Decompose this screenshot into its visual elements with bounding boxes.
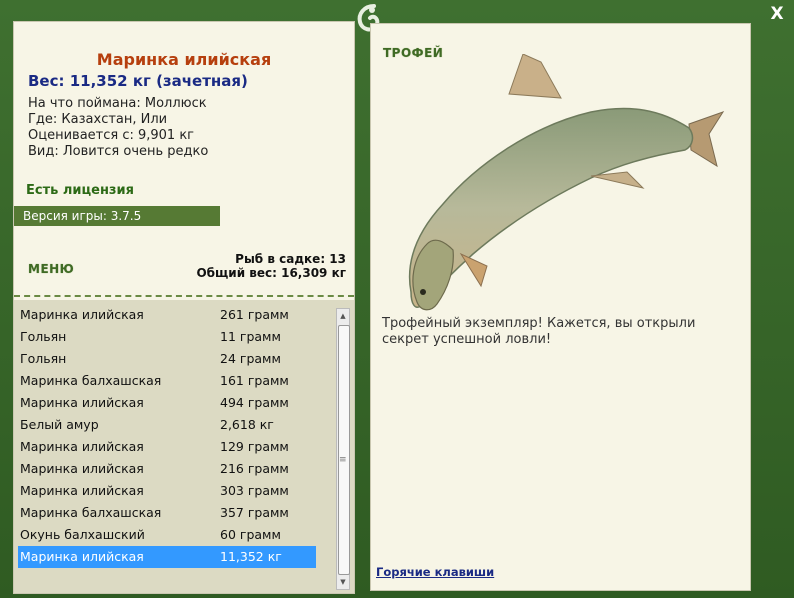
list-item-weight: 303 грамм: [220, 483, 289, 498]
scroll-thumb[interactable]: [338, 325, 350, 575]
catch-bait: На что поймана: Моллюск: [28, 96, 207, 111]
trophy-description: Трофейный экземпляр! Кажется, вы открыли…: [382, 316, 696, 347]
catch-fish-name: Маринка илийская: [96, 50, 272, 69]
net-total-weight: Общий вес: 16,309 кг: [196, 266, 346, 280]
catch-rarity: Вид: Ловится очень редко: [28, 144, 209, 159]
game-version: Версия игры: 3.7.5: [14, 206, 220, 226]
list-item[interactable]: Маринка балхашская 161 грамм: [18, 370, 316, 392]
list-item-weight: 11 грамм: [220, 329, 281, 344]
list-item-weight: 494 грамм: [220, 395, 289, 410]
list-item-name: Маринка илийская: [20, 461, 144, 476]
list-item-name: Окунь балхашский: [20, 527, 145, 542]
net-count: Рыб в садке: 13: [235, 252, 346, 266]
list-item-weight: 261 грамм: [220, 307, 289, 322]
list-item[interactable]: Гольян 24 грамм: [18, 348, 316, 370]
list-item-name: Гольян: [20, 329, 67, 344]
list-item-weight: 2,618 кг: [220, 417, 274, 432]
list-scrollbar[interactable]: ▲ ≡ ▼: [336, 308, 350, 590]
list-item-weight: 11,352 кг: [220, 549, 282, 564]
list-item-weight: 357 грамм: [220, 505, 289, 520]
list-item[interactable]: Маринка илийская 303 грамм: [18, 480, 316, 502]
catch-valued: Оценивается с: 9,901 кг: [28, 128, 195, 143]
menu-button[interactable]: МЕНЮ: [28, 262, 74, 276]
list-item-name: Маринка илийская: [20, 307, 144, 322]
list-item[interactable]: Маринка илийская 216 грамм: [18, 458, 316, 480]
list-item-weight: 24 грамм: [220, 351, 281, 366]
list-item[interactable]: Маринка балхашская 357 грамм: [18, 502, 316, 524]
list-item-weight: 129 грамм: [220, 439, 289, 454]
list-item[interactable]: Маринка илийская 261 грамм: [18, 304, 316, 326]
list-item-name: Маринка илийская: [20, 549, 144, 564]
catch-location: Где: Казахстан, Или: [28, 112, 168, 127]
list-item-name: Белый амур: [20, 417, 99, 432]
fish-list[interactable]: Маринка илийская 261 грамм Гольян 11 грамм Г…: [14, 300, 354, 593]
list-item-weight: 60 грамм: [220, 527, 281, 542]
list-item[interactable]: Окунь балхашский 60 грамм: [18, 524, 316, 546]
catch-info-panel: Маринка илийская Вес: 11,352 кг (зачетна…: [13, 21, 355, 594]
hotkeys-link[interactable]: Горячие клавиши: [376, 565, 494, 579]
list-item[interactable]: Маринка илийская 11,352 кг: [18, 546, 316, 568]
list-item-name: Маринка илийская: [20, 483, 144, 498]
trophy-panel: ТРОФЕЙ Трофейный экземпляр! Кажется, вы …: [370, 23, 751, 591]
list-item[interactable]: Белый амур 2,618 кг: [18, 414, 316, 436]
list-item-name: Маринка балхашская: [20, 505, 162, 520]
close-button[interactable]: X: [768, 5, 786, 23]
license-status: Есть лицензия: [26, 183, 134, 198]
grip-icon: ≡: [339, 455, 347, 465]
list-item-weight: 216 грамм: [220, 461, 289, 476]
list-item[interactable]: Гольян 11 грамм: [18, 326, 316, 348]
net-summary: Рыб в садке: 13 Общий вес: 16,309 кг: [196, 252, 346, 280]
list-item[interactable]: Маринка илийская 129 грамм: [18, 436, 316, 458]
list-item-name: Маринка илийская: [20, 439, 144, 454]
list-item-name: Гольян: [20, 351, 67, 366]
list-item-name: Маринка илийская: [20, 395, 144, 410]
list-item-weight: 161 грамм: [220, 373, 289, 388]
scroll-up-icon[interactable]: ▲: [337, 309, 349, 323]
catch-weight: Вес: 11,352 кг (зачетная): [28, 72, 248, 90]
scroll-down-icon[interactable]: ▼: [337, 575, 349, 589]
list-item-name: Маринка балхашская: [20, 373, 162, 388]
list-item[interactable]: Маринка илийская 494 грамм: [18, 392, 316, 414]
divider: [14, 295, 354, 297]
fish-image: [408, 54, 725, 311]
